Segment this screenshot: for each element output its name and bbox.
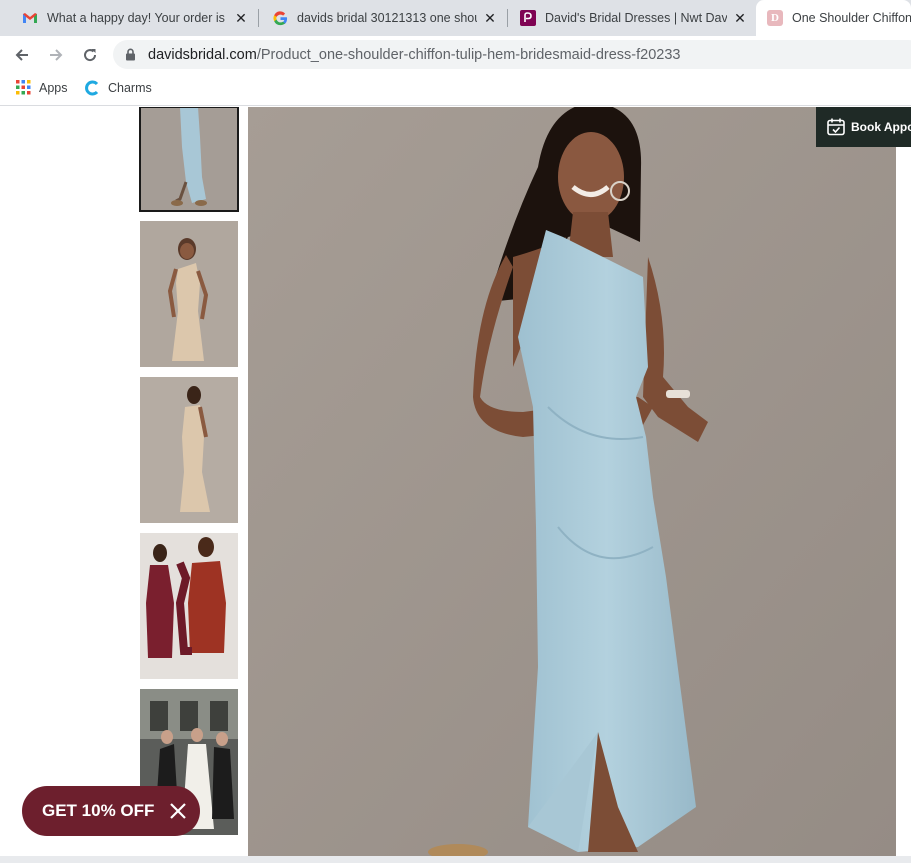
bookmark-charms[interactable]: Charms <box>84 80 152 96</box>
product-main-image[interactable] <box>248 107 896 857</box>
model-in-blue-dress-photo <box>248 107 896 857</box>
discount-promo-button[interactable]: GET 10% OFF <box>22 786 200 836</box>
google-icon <box>272 10 288 26</box>
url-domain: davidsbridal.com <box>148 46 257 63</box>
back-arrow-icon <box>15 49 28 61</box>
tab-google-search[interactable]: davids bridal 30121313 one shou ✕ <box>262 0 504 36</box>
thumbnail-champagne-dress-front[interactable] <box>140 221 238 367</box>
apps-grid-icon <box>16 80 31 95</box>
lock-icon <box>126 48 135 61</box>
tab-divider <box>507 9 508 27</box>
tab-divider <box>258 9 259 27</box>
promo-label: GET 10% OFF <box>42 801 155 820</box>
dress-photo-thumbnail <box>140 377 238 523</box>
bookmark-label: Charms <box>108 81 152 95</box>
back-button[interactable] <box>9 42 35 68</box>
bookmark-label: Apps <box>39 80 68 95</box>
poshmark-icon <box>520 10 536 26</box>
tab-title: One Shoulder Chiffon <box>792 11 911 25</box>
close-icon[interactable]: ✕ <box>482 10 498 26</box>
tab-poshmark[interactable]: David's Bridal Dresses | Nwt Davi ✕ <box>510 0 754 36</box>
close-icon[interactable] <box>166 799 190 823</box>
tab-strip: What a happy day! Your order is ✕ davids… <box>0 0 911 36</box>
tab-davids-bridal[interactable]: D One Shoulder Chiffon <box>756 0 911 36</box>
tab-title: David's Bridal Dresses | Nwt Davi <box>545 11 727 25</box>
bookmark-apps[interactable]: Apps <box>16 80 68 95</box>
close-icon[interactable]: ✕ <box>732 10 748 26</box>
address-bar[interactable]: davidsbridal.com/Product_one-shoulder-ch… <box>113 40 911 69</box>
window-bottom-edge <box>0 856 911 863</box>
tab-title: davids bridal 30121313 one shou <box>297 11 477 25</box>
close-icon[interactable]: ✕ <box>233 10 249 26</box>
dress-photo-thumbnail <box>140 221 238 367</box>
calendar-icon <box>827 118 845 136</box>
thumbnail-champagne-dress-back[interactable] <box>140 377 238 523</box>
browser-toolbar: davidsbridal.com/Product_one-shoulder-ch… <box>0 36 911 73</box>
reload-button[interactable] <box>77 42 103 68</box>
gmail-icon <box>22 10 38 26</box>
thumbnail-red-dress-group[interactable] <box>140 533 238 679</box>
tab-gmail[interactable]: What a happy day! Your order is ✕ <box>10 0 255 36</box>
thumbnail-blue-dress-front[interactable] <box>139 107 239 212</box>
forward-button[interactable] <box>43 42 69 68</box>
dress-photo-thumbnail <box>140 533 238 679</box>
davids-bridal-icon: D <box>767 10 783 26</box>
reload-icon <box>84 49 97 62</box>
url-path: /Product_one-shoulder-chiffon-tulip-hem-… <box>256 46 681 63</box>
tab-title: What a happy day! Your order is <box>47 11 225 25</box>
dress-photo-thumbnail <box>140 107 238 211</box>
book-label: Book Appo <box>851 120 911 134</box>
bookmarks-bar: Apps Charms <box>0 73 911 106</box>
charms-c-icon <box>85 80 99 96</box>
product-page: Book Appo GET 10% OFF <box>0 107 911 863</box>
forward-arrow-icon <box>50 49 63 61</box>
book-appointment-button[interactable]: Book Appo <box>816 107 911 147</box>
